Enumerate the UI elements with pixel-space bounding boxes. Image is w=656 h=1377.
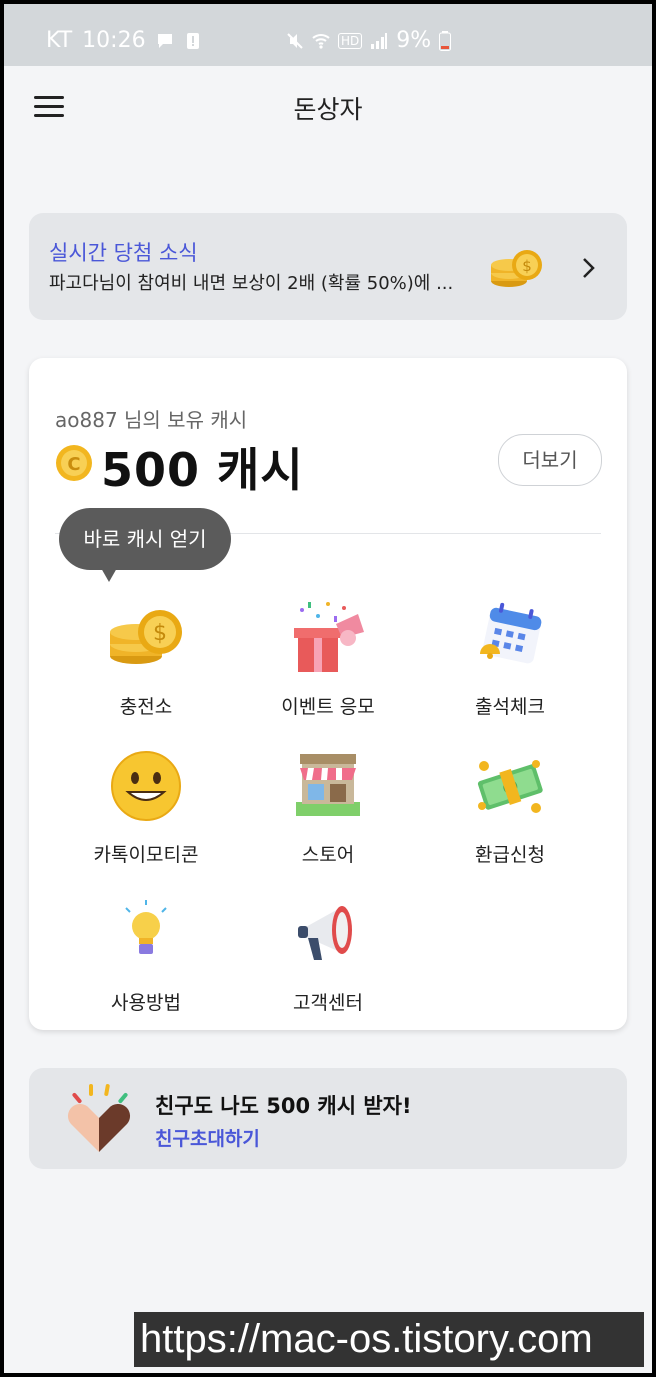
grid-item-label: 충전소 (119, 696, 173, 718)
notice-title: 실시간 당첨 소식 (49, 241, 198, 265)
grid-item-label: 이벤트 응모 (281, 696, 375, 718)
store-icon (296, 754, 360, 816)
calendar-icon (480, 602, 542, 664)
grid-item-label: 환급신청 (475, 844, 545, 866)
lightbulb-icon (125, 900, 167, 954)
smiley-icon (111, 751, 181, 821)
grid-item-kakao-emoticon[interactable]: 카톡이모티콘 (56, 746, 236, 876)
tooltip-tail (101, 568, 117, 582)
svg-text:$: $ (522, 257, 532, 275)
alert-icon (186, 32, 199, 49)
gift-box-icon (294, 602, 364, 672)
svg-text:$: $ (153, 621, 167, 646)
cash-amount: 500 캐시 (101, 443, 304, 497)
chevron-right-icon (583, 258, 595, 278)
grid-item-how-to-use[interactable]: 사용방법 (56, 894, 236, 1024)
grid-item-label: 고객센터 (293, 992, 363, 1014)
more-button[interactable]: 더보기 (498, 434, 602, 486)
clock: 10:26 (82, 28, 146, 53)
realtime-winner-notice[interactable]: 실시간 당첨 소식 파고다님이 참여비 내면 보상이 2배 (확률 50%)에 … (29, 213, 627, 320)
grid-item-refund-request[interactable]: 환급신청 (420, 746, 600, 876)
grid-item-customer-center[interactable]: 고객센터 (238, 894, 418, 1024)
invite-title: 친구도 나도 500 캐시 받자! (155, 1094, 412, 1118)
wifi-icon (312, 33, 330, 49)
cash-card: ao887 님의 보유 캐시 C 500 캐시 더보기 $ 충전소 이벤트 응모… (29, 358, 627, 1030)
coins-icon: $ (110, 610, 182, 664)
battery-percent: 9% (396, 28, 432, 53)
instant-cash-tooltip: 바로 캐시 얻기 (59, 508, 231, 570)
grid-item-label: 사용방법 (111, 992, 181, 1014)
megaphone-icon (298, 906, 352, 960)
notice-text: 파고다님이 참여비 내면 보상이 2배 (확률 50%)에 ... (49, 273, 454, 294)
heart-hands-icon (67, 1084, 131, 1152)
battery-icon (439, 30, 452, 51)
money-icon (477, 760, 543, 813)
chat-bubble-icon (157, 33, 172, 48)
status-left: KT 10:26 (46, 28, 202, 53)
grid-item-label: 카톡이모티콘 (93, 844, 199, 866)
watermark: https://mac-os.tistory.com (134, 1312, 644, 1367)
coins-icon: $ (491, 250, 542, 287)
status-right: HD 9% (286, 28, 452, 53)
grid-item-charging-station[interactable]: $ 충전소 (56, 598, 236, 728)
hd-badge: HD (338, 32, 363, 49)
phone-screen: KT 10:26 HD 9% 돈상자 실시간 당첨 소식 파고다님이 참여비 내… (4, 4, 652, 1373)
cash-coin-icon: C (56, 445, 92, 481)
grid-item-store[interactable]: 스토어 (238, 746, 418, 876)
mute-icon (287, 32, 303, 49)
invite-friend-banner[interactable]: 친구도 나도 500 캐시 받자! 친구초대하기 (29, 1068, 627, 1169)
status-bar: KT 10:26 HD 9% (4, 4, 652, 66)
invite-link[interactable]: 친구초대하기 (155, 1124, 260, 1151)
page-title: 돈상자 (293, 95, 363, 124)
grid-item-label: 출석체크 (475, 696, 545, 718)
svg-text:C: C (67, 454, 80, 475)
grid-item-event-entry[interactable]: 이벤트 응모 (238, 598, 418, 728)
grid-item-label: 스토어 (301, 844, 355, 866)
grid-item-attendance[interactable]: 출석체크 (420, 598, 600, 728)
signal-icon (371, 32, 388, 49)
cash-owner-label: ao887 님의 보유 캐시 (55, 408, 248, 432)
carrier: KT (46, 28, 73, 53)
